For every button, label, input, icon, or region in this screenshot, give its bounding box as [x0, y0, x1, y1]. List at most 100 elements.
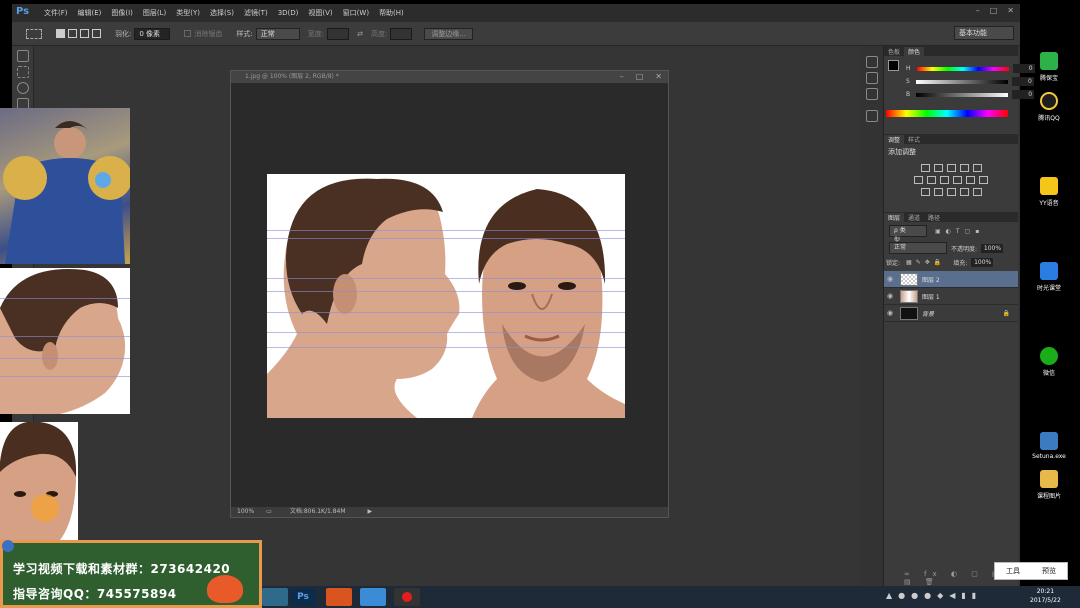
refine-edge-button[interactable]: 调整边缘...: [424, 27, 473, 40]
menu-edit[interactable]: 编辑(E): [78, 8, 102, 18]
properties-icon[interactable]: [865, 72, 878, 84]
wechat-icon: [1040, 347, 1058, 365]
layer-row[interactable]: ◉ 背景 🔒: [884, 305, 1018, 322]
menu-help[interactable]: 帮助(H): [379, 8, 404, 18]
menu-type[interactable]: 类型(Y): [176, 8, 200, 18]
preview-button[interactable]: 预览: [1042, 566, 1056, 576]
canvas[interactable]: [267, 174, 625, 418]
desktop-icon[interactable]: 课程图片: [1026, 470, 1072, 500]
right-panels: 色板 颜色 H 0 S 0 B 0 调整 样式 添加调整 图层 通道 路径 ρ …: [884, 46, 1035, 588]
tab-paths[interactable]: 路径: [924, 213, 944, 222]
menu-view[interactable]: 视图(V): [308, 8, 332, 18]
tab-channels[interactable]: 通道: [904, 213, 924, 222]
brush-icon[interactable]: [865, 110, 878, 122]
desktop-icon[interactable]: Setuna.exe: [1026, 432, 1072, 460]
tab-styles[interactable]: 样式: [904, 135, 924, 144]
width-control: 宽度:: [307, 27, 350, 40]
spectrum-bar[interactable]: [886, 110, 1008, 117]
desktop-icon-label: Setuna.exe: [1032, 453, 1066, 460]
menu-3d[interactable]: 3D(D): [278, 9, 299, 17]
taskbar-app-record[interactable]: [394, 588, 420, 606]
doc-minimize-button[interactable]: –: [620, 71, 624, 83]
menu-image[interactable]: 图像(I): [111, 8, 133, 18]
mascot-icon: [207, 575, 243, 603]
tools-button[interactable]: 工具: [1006, 566, 1020, 576]
tab-swatches[interactable]: 色板: [884, 47, 904, 56]
blend-row: 正常 不透明度: 100%: [884, 240, 1018, 256]
move-tool-icon[interactable]: [16, 50, 29, 62]
maximize-button[interactable]: □: [990, 6, 998, 15]
desktop-icon[interactable]: 腾保宝: [1026, 52, 1072, 82]
visibility-eye-icon[interactable]: ◉: [884, 275, 896, 283]
visibility-eye-icon[interactable]: ◉: [884, 309, 896, 317]
menu-select[interactable]: 选择(S): [210, 8, 234, 18]
desktop-icon[interactable]: YY语音: [1026, 177, 1072, 207]
desktop-icon[interactable]: 时光课堂: [1026, 262, 1072, 292]
clock[interactable]: 20:21 2017/5/22: [1030, 587, 1061, 605]
workspace-select[interactable]: 基本功能: [954, 26, 1014, 40]
menu-layer[interactable]: 图层(L): [143, 8, 166, 18]
zoom-level[interactable]: 100%: [231, 507, 254, 517]
tab-color[interactable]: 颜色: [904, 46, 925, 56]
add-adjust-label: 添加调整: [888, 148, 916, 156]
document-window: 1.jpg @ 100% (图层 2, RGB/8) * – □ ✕ 100% …: [230, 70, 669, 518]
close-button[interactable]: ✕: [1007, 6, 1014, 15]
guide-line: [0, 336, 130, 337]
taskbar-app-office[interactable]: [326, 588, 352, 606]
taskbar-app-box[interactable]: [360, 588, 386, 606]
app-icon: [1040, 52, 1058, 70]
history-icon[interactable]: [865, 56, 878, 68]
minimize-button[interactable]: –: [976, 6, 980, 15]
width-input[interactable]: [327, 27, 350, 40]
style-select[interactable]: 正常: [255, 27, 300, 40]
document-window-controls: – □ ✕: [620, 71, 662, 83]
opacity-input[interactable]: 100%: [981, 243, 1004, 253]
menu-window[interactable]: 窗口(W): [343, 8, 369, 18]
taskbar-app-explorer[interactable]: [262, 588, 288, 606]
layer-row[interactable]: ◉ 图层 1: [884, 288, 1018, 305]
visibility-eye-icon[interactable]: ◉: [884, 292, 896, 300]
height-input[interactable]: [390, 27, 413, 40]
blend-mode-select[interactable]: 正常: [889, 242, 947, 254]
marquee-tool-icon[interactable]: [16, 66, 29, 78]
menu-file[interactable]: 文件(F): [44, 8, 68, 18]
promo-line-2: 指导咨询QQ：745575894: [13, 587, 177, 601]
lasso-tool-icon[interactable]: [16, 82, 29, 94]
desktop-icon[interactable]: 腾讯QQ: [1026, 92, 1072, 122]
tray-icons[interactable]: ▲●●●◆◀▮▮: [886, 591, 982, 600]
layer-thumbnail: [900, 306, 918, 320]
feather-control: 羽化: 0 像素: [115, 27, 171, 40]
options-bar: 羽化: 0 像素 消除锯齿 样式: 正常 宽度: ⇄ 高度: 调整边缘...: [12, 22, 1020, 46]
front-head-icon: [0, 421, 77, 540]
saturation-slider[interactable]: [915, 79, 1008, 84]
status-arrow-icon[interactable]: ▶: [368, 507, 373, 517]
selection-mode-icons[interactable]: [56, 29, 101, 38]
fill-input[interactable]: 100%: [971, 258, 994, 267]
tab-adjust[interactable]: 调整: [884, 134, 905, 144]
marquee-tool-icon[interactable]: [26, 28, 42, 39]
filter-icons[interactable]: ▣◐T▢▪: [935, 228, 984, 235]
doc-maximize-button[interactable]: □: [636, 71, 644, 83]
document-title[interactable]: 1.jpg @ 100% (图层 2, RGB/8) *: [231, 71, 668, 83]
tab-layers[interactable]: 图层: [884, 212, 905, 222]
layer-row[interactable]: ◉ 图层 2: [884, 271, 1018, 288]
adjust-icons-row-2[interactable]: [884, 176, 1018, 184]
status-icon[interactable]: ▭: [266, 507, 272, 517]
style-label: 样式:: [236, 29, 253, 38]
info-icon[interactable]: [865, 88, 878, 100]
lock-icons[interactable]: ▦✎✥🔒: [906, 259, 945, 266]
adjust-icons-row-1[interactable]: [884, 164, 1018, 172]
feather-input[interactable]: 0 像素: [134, 27, 171, 40]
desktop-icon[interactable]: 微信: [1026, 347, 1072, 377]
hue-slider[interactable]: [916, 66, 1009, 71]
swap-icon[interactable]: ⇄: [357, 30, 363, 38]
antialias-checkbox[interactable]: 消除锯齿: [184, 29, 222, 39]
adjust-icons-row-3[interactable]: [884, 188, 1018, 196]
menu-filter[interactable]: 滤镜(T): [244, 8, 268, 18]
taskbar-app-photoshop[interactable]: Ps: [290, 588, 316, 606]
window-controls: – □ ✕: [976, 6, 1014, 15]
width-label: 宽度:: [307, 29, 325, 38]
layer-kind-select[interactable]: ρ 类型: [889, 225, 927, 244]
brightness-slider[interactable]: [916, 92, 1009, 97]
doc-close-button[interactable]: ✕: [655, 71, 662, 83]
